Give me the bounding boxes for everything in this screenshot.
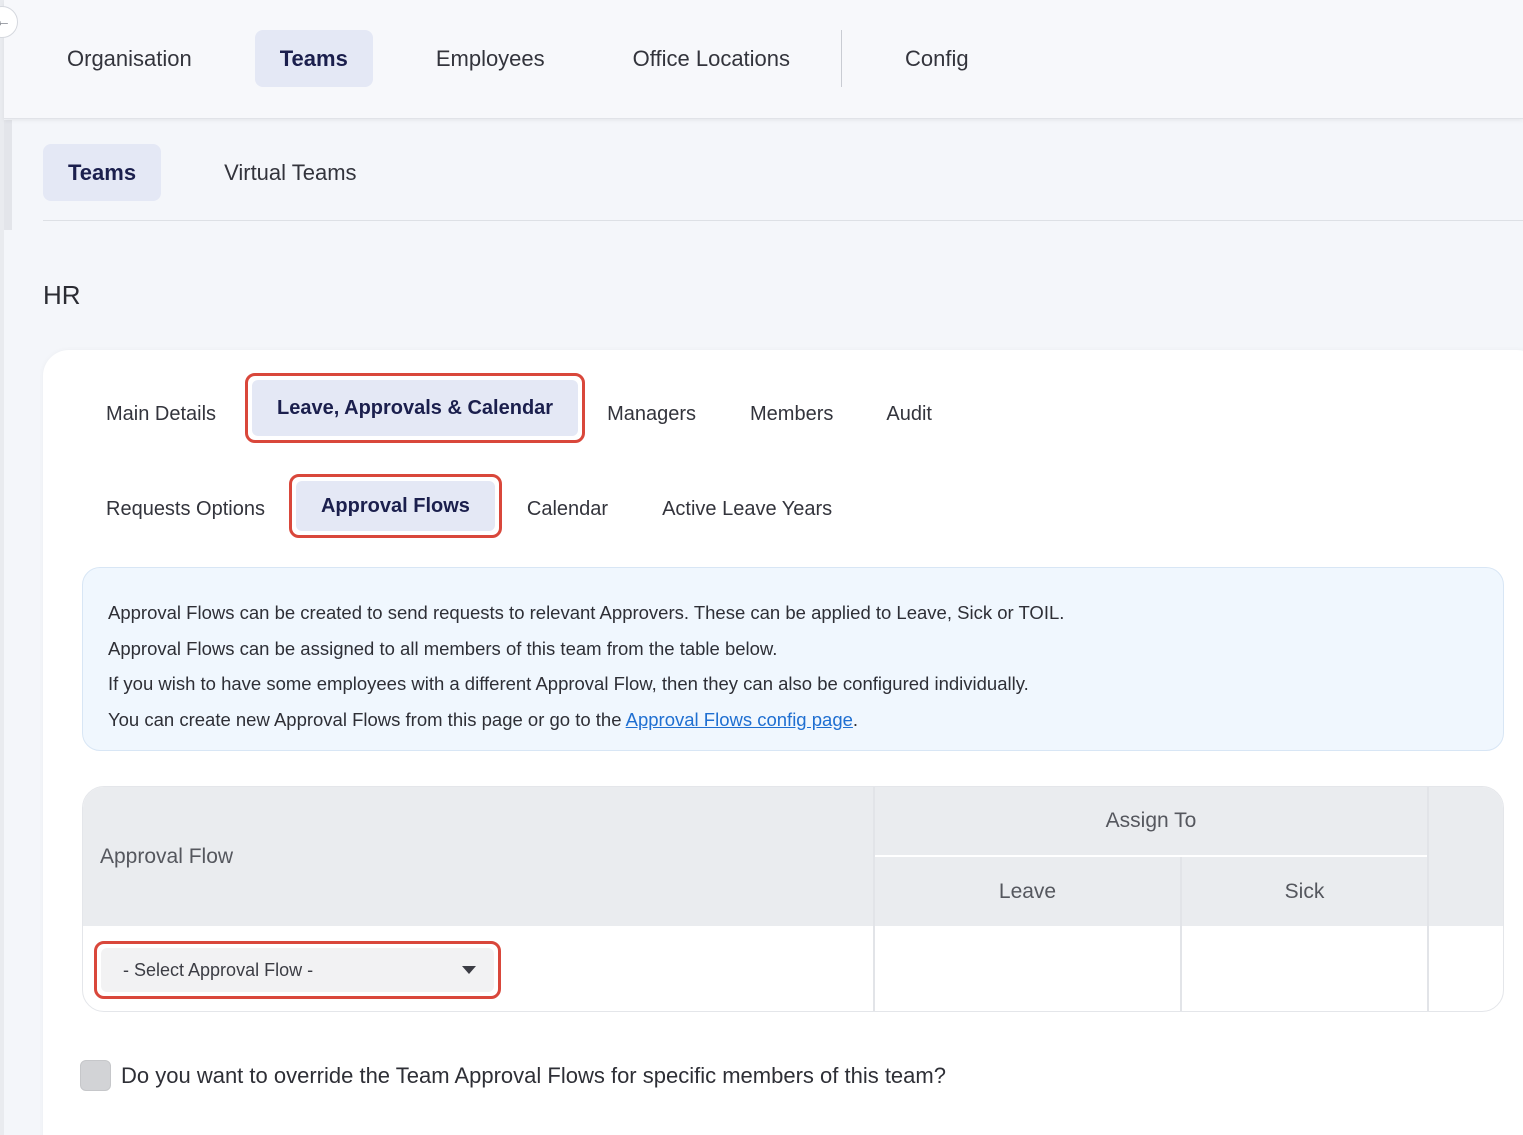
column-divider <box>1427 787 1429 1011</box>
info-line: Approval Flows can be created to send re… <box>108 602 1065 623</box>
tab-highlight-leave: Leave, Approvals & Calendar <box>245 373 586 443</box>
top-nav-office-locations[interactable]: Office Locations <box>608 30 815 87</box>
top-nav-config[interactable]: Config <box>880 30 994 87</box>
tab-highlight-approval-flows: Approval Flows <box>288 474 502 538</box>
info-line: Approval Flows can be assigned to all me… <box>108 637 778 659</box>
header-sick: Sick <box>1182 857 1427 926</box>
caret-down-icon <box>462 966 476 974</box>
tab-managers[interactable]: Managers <box>582 386 721 442</box>
page-title: HR <box>43 280 81 310</box>
tab-leave-approvals-calendar[interactable]: Leave, Approvals & Calendar <box>252 380 579 436</box>
header-extra <box>1429 787 1503 926</box>
top-nav-employees[interactable]: Employees <box>411 30 570 87</box>
tab-audit[interactable]: Audit <box>861 386 957 442</box>
tab-members[interactable]: Members <box>725 386 858 442</box>
override-label: Do you want to override the Team Approva… <box>121 1062 946 1088</box>
sub-nav: Teams Virtual Teams <box>43 144 420 201</box>
sub-nav-virtual-teams[interactable]: Virtual Teams <box>199 144 381 201</box>
header-approval-flow: Approval Flow <box>83 787 873 926</box>
column-divider <box>1180 857 1182 1011</box>
info-box: Approval Flows can be created to send re… <box>82 567 1504 751</box>
info-line: You can create new Approval Flows from t… <box>108 702 1478 738</box>
tab-active-leave-years[interactable]: Active Leave Years <box>637 481 857 537</box>
header-leave: Leave <box>875 857 1180 926</box>
sub-nav-divider <box>43 220 1523 221</box>
info-line-prefix: You can create new Approval Flows from t… <box>108 708 626 730</box>
approval-flow-select-value: - Select Approval Flow - <box>123 959 314 980</box>
override-checkbox[interactable] <box>80 1060 111 1091</box>
leave-tabs: Requests Options Approval Flows Calendar… <box>81 474 857 538</box>
top-bar: Organisation Teams Employees Office Loca… <box>4 0 1523 119</box>
tab-approval-flows[interactable]: Approval Flows <box>295 481 495 531</box>
info-line: If you wish to have some employees with … <box>108 673 1029 694</box>
sub-nav-teams[interactable]: Teams <box>43 144 162 201</box>
top-nav-teams[interactable]: Teams <box>254 30 373 87</box>
team-tabs: Main Details Leave, Approvals & Calendar… <box>81 373 957 443</box>
top-nav-divider <box>841 30 843 87</box>
top-nav-organisation[interactable]: Organisation <box>42 30 217 87</box>
select-highlight: - Select Approval Flow - <box>94 941 501 999</box>
header-assign-to: Assign To <box>875 787 1427 855</box>
column-divider <box>873 787 875 1011</box>
tab-main-details[interactable]: Main Details <box>81 386 241 442</box>
override-row: Do you want to override the Team Approva… <box>80 1060 946 1091</box>
top-nav: Organisation Teams Employees Office Loca… <box>42 30 1032 87</box>
tab-calendar[interactable]: Calendar <box>502 481 633 537</box>
info-line-suffix: . <box>852 708 859 730</box>
tab-requests-options[interactable]: Requests Options <box>81 481 290 537</box>
approval-flow-select[interactable]: - Select Approval Flow - <box>101 948 494 992</box>
approval-flows-config-link[interactable]: Approval Flows config page <box>626 709 853 730</box>
approval-flow-table: Approval Flow Assign To Leave Sick - Sel… <box>82 786 1504 1012</box>
left-rail-accent <box>4 120 12 230</box>
